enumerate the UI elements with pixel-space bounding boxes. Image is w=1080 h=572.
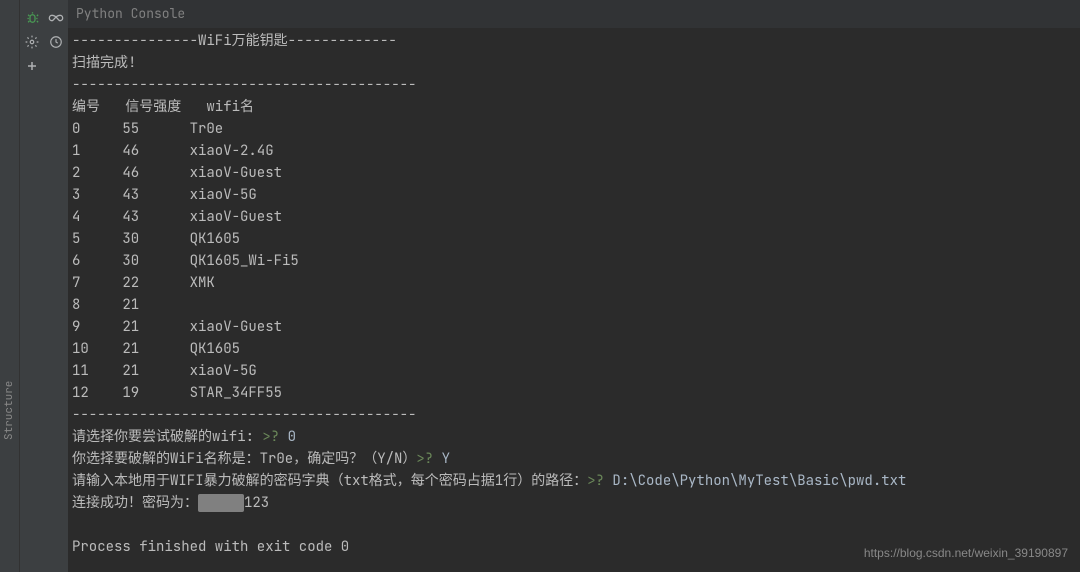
wifi-row: 1 46 xiaoV-2.4G (72, 140, 1076, 162)
console-output[interactable]: ---------------WiFi万能钥匙-------------扫描完成… (68, 28, 1080, 560)
success-suffix: 123 (244, 494, 269, 512)
output-success: 连接成功！密码为：xxxxx123 (72, 492, 1076, 514)
plus-icon[interactable] (24, 58, 40, 74)
output-prompt-confirm: 你选择要破解的WiFi名称是：Tr0e，确定吗？（Y/N）>? Y (72, 448, 1076, 470)
wifi-row: 12 19 STAR_34FF55 (72, 382, 1076, 404)
wifi-row: 11 21 xiaoV-5G (72, 360, 1076, 382)
structure-sidebar: Structure (0, 0, 20, 572)
watermark: https://blog.csdn.net/weixin_39190897 (864, 546, 1068, 560)
output-prompt-dict: 请输入本地用于WIFI暴力破解的密码字典（txt格式，每个密码占据1行）的路径：… (72, 470, 1076, 492)
prompt-select-text: 请选择你要尝试破解的wifi: (72, 428, 262, 446)
output-prompt-select: 请选择你要尝试破解的wifi: >? 0 (72, 426, 1076, 448)
prompt-dict-text: 请输入本地用于WIFI暴力破解的密码字典（txt格式，每个密码占据1行）的路径： (72, 472, 587, 490)
blank-line (72, 514, 1076, 536)
wifi-row: 5 30 QK1605 (72, 228, 1076, 250)
prompt-marker: >? (416, 450, 433, 468)
wifi-row: 9 21 xiaoV-Guest (72, 316, 1076, 338)
clock-icon[interactable] (48, 34, 64, 50)
input-confirm: Y (433, 450, 450, 468)
output-divider: ----------------------------------------… (72, 74, 1076, 96)
prompt-confirm-text: 你选择要破解的WiFi名称是：Tr0e，确定吗？（Y/N） (72, 450, 416, 468)
wifi-row: 8 21 (72, 294, 1076, 316)
input-path: D:\Code\Python\MyTest\Basic\pwd.txt (604, 472, 906, 490)
redacted-password: xxxxx (198, 494, 244, 512)
wifi-row: 10 21 QK1605 (72, 338, 1076, 360)
wifi-row: 2 46 xiaoV-Guest (72, 162, 1076, 184)
tool-column-2 (44, 0, 68, 572)
prompt-marker: >? (587, 472, 604, 490)
console-title[interactable]: Python Console (68, 0, 1080, 28)
gear-icon[interactable] (24, 34, 40, 50)
infinity-icon[interactable] (48, 10, 64, 26)
wifi-row: 3 43 xiaoV-5G (72, 184, 1076, 206)
output-table-header: 编号 信号强度 wifi名 (72, 96, 1076, 118)
success-prefix: 连接成功！密码为： (72, 494, 198, 512)
structure-label[interactable]: Structure (2, 381, 16, 440)
input-select: 0 (279, 428, 296, 446)
output-scan-done: 扫描完成! (72, 52, 1076, 74)
output-divider2: ----------------------------------------… (72, 404, 1076, 426)
bug-icon[interactable] (24, 10, 40, 26)
tool-column-1 (20, 0, 44, 572)
console-area: Python Console ---------------WiFi万能钥匙--… (68, 0, 1080, 572)
wifi-row: 6 30 QK1605_Wi-Fi5 (72, 250, 1076, 272)
wifi-row: 4 43 xiaoV-Guest (72, 206, 1076, 228)
prompt-marker: >? (262, 428, 279, 446)
wifi-row: 0 55 Tr0e (72, 118, 1076, 140)
output-banner: ---------------WiFi万能钥匙------------- (72, 30, 1076, 52)
wifi-row: 7 22 XMK (72, 272, 1076, 294)
